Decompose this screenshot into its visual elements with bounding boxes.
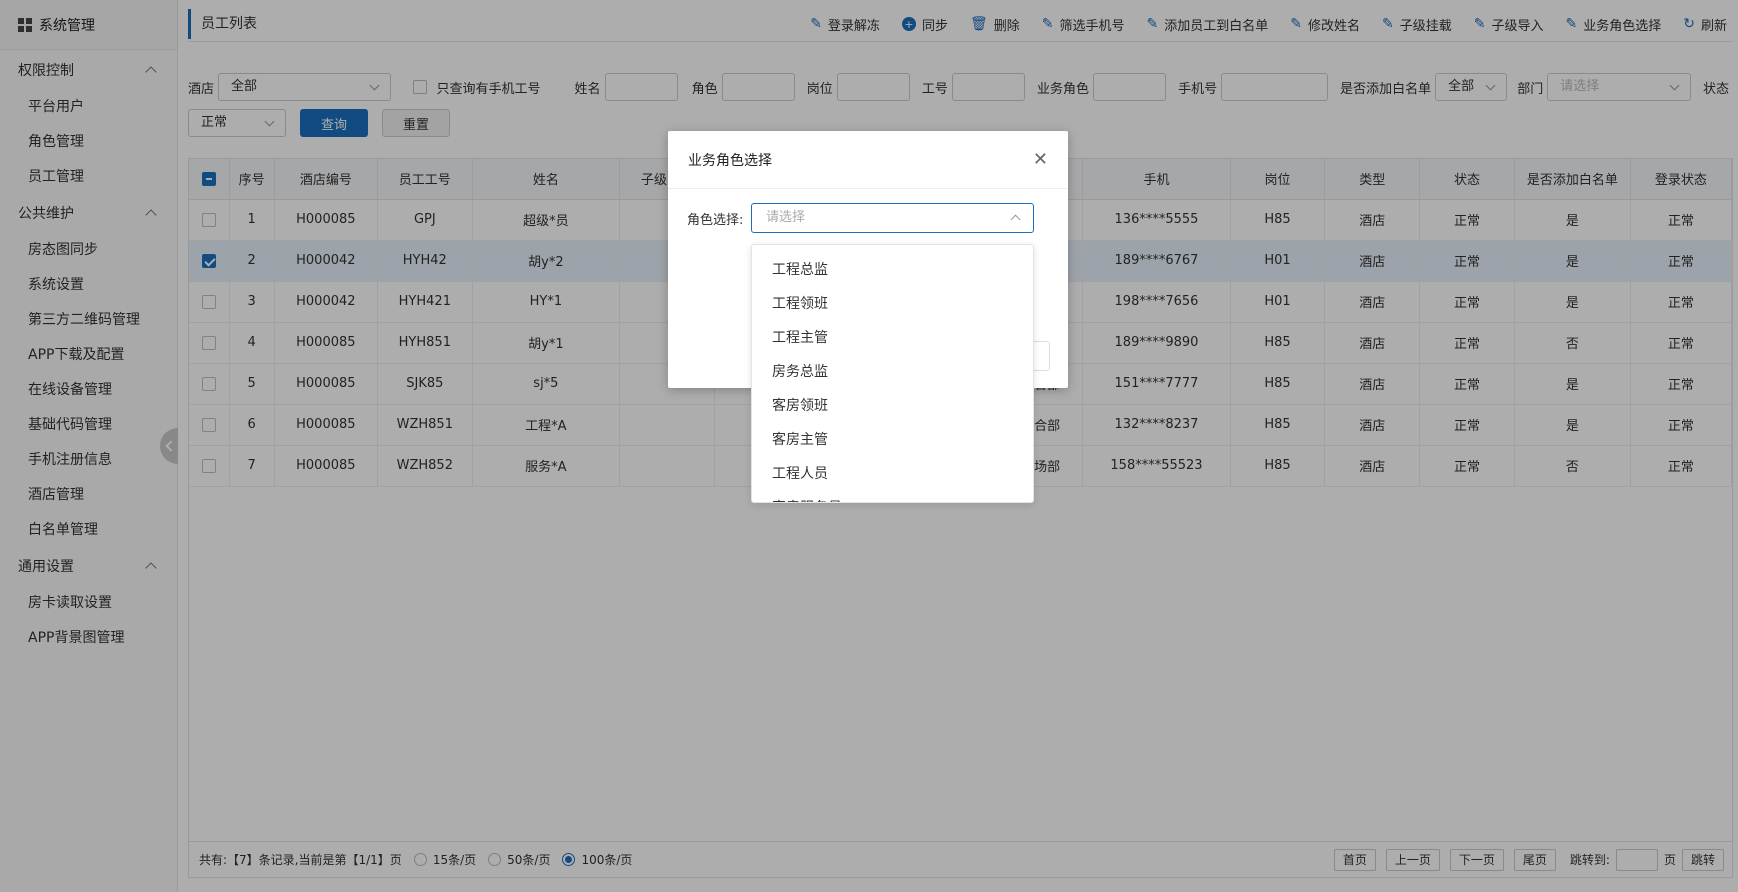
role-option[interactable]: 工程总监 bbox=[752, 253, 1033, 287]
role-option[interactable]: 客房领班 bbox=[752, 389, 1033, 423]
role-option[interactable]: 工程主管 bbox=[752, 321, 1033, 355]
modal-title: 业务角色选择 bbox=[668, 131, 1068, 189]
role-option[interactable]: 客房主管 bbox=[752, 423, 1033, 457]
role-select[interactable]: 请选择 bbox=[751, 203, 1034, 233]
role-option[interactable]: 工程领班 bbox=[752, 287, 1033, 321]
role-select-label: 角色选择: bbox=[687, 212, 744, 228]
role-option[interactable]: 房务总监 bbox=[752, 355, 1033, 389]
chevron-up-icon bbox=[1010, 214, 1021, 225]
role-dropdown: 工程总监 工程领班 工程主管 房务总监 客房领班 客房主管 工程人员 客房服务员 bbox=[751, 244, 1034, 503]
role-select-placeholder: 请选择 bbox=[766, 210, 806, 225]
role-option[interactable]: 工程人员 bbox=[752, 457, 1033, 491]
close-icon[interactable]: ✕ bbox=[1033, 151, 1048, 169]
role-option[interactable]: 客房服务员 bbox=[752, 491, 1033, 502]
